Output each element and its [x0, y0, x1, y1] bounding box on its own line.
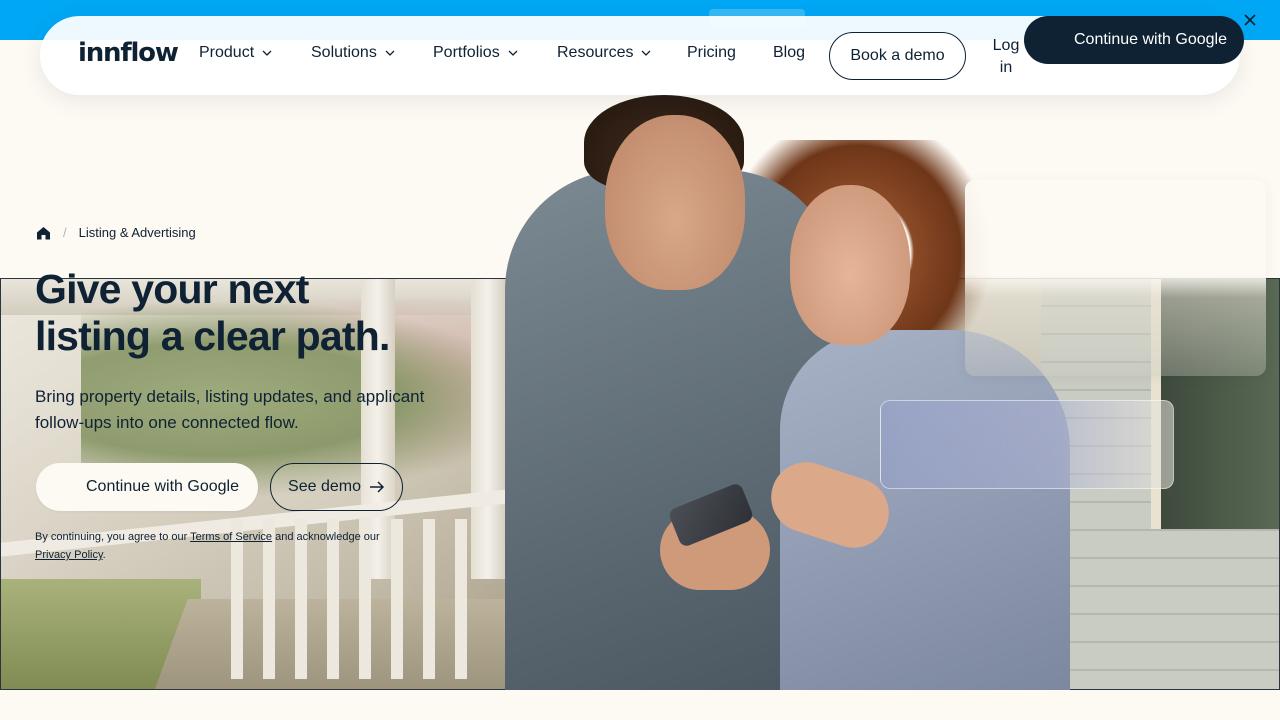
legal-notice: By continuing, you agree to our Terms of… — [35, 528, 415, 564]
nav-product[interactable]: Product — [199, 44, 272, 62]
breadcrumb-current: Listing & Advertising — [78, 225, 196, 240]
nav-pricing[interactable]: Pricing — [687, 44, 736, 62]
chevron-down-icon — [642, 50, 651, 56]
logo[interactable]: innflow — [78, 38, 179, 68]
legal-text: By continuing, you agree to our — [35, 531, 191, 543]
continue-with-google-button[interactable]: Continue with Google — [36, 463, 258, 511]
floating-card — [965, 180, 1266, 376]
breadcrumb: / Listing & Advertising — [36, 225, 196, 240]
nav-label: Blog — [773, 44, 806, 61]
baluster — [423, 519, 435, 679]
privacy-policy-link[interactable]: Privacy Policy — [35, 549, 103, 561]
nav-label: Portfolios — [433, 44, 500, 61]
continue-with-google-header-button[interactable]: Continue with Google — [1024, 16, 1244, 64]
nav-portfolios[interactable]: Portfolios — [433, 44, 518, 62]
porch-column — [471, 279, 505, 579]
nav-label: Resources — [557, 44, 634, 61]
terms-of-service-link[interactable]: Terms of Service — [190, 531, 272, 543]
nav-resources[interactable]: Resources — [557, 44, 651, 62]
hero-subtext: Bring property details, listing updates,… — [35, 387, 425, 432]
legal-text: . — [102, 549, 106, 561]
close-icon — [1244, 14, 1256, 26]
nav-blog[interactable]: Blog — [773, 44, 805, 62]
home-icon[interactable] — [36, 226, 51, 240]
breadcrumb-separator: / — [63, 225, 67, 240]
headline-line: Give your next — [35, 266, 309, 312]
floating-card — [880, 400, 1174, 489]
hero-headline: Give your next listing a clear path. — [35, 266, 455, 360]
book-demo-button[interactable]: Book a demo — [829, 32, 966, 80]
baluster — [455, 519, 467, 679]
nav-label: Solutions — [311, 44, 377, 61]
see-demo-button[interactable]: See demo — [270, 463, 403, 511]
nav-label: Pricing — [687, 44, 736, 61]
login-link[interactable]: Log in — [986, 35, 1026, 79]
chevron-down-icon — [262, 50, 272, 56]
see-demo-label: See demo — [288, 478, 361, 495]
chevron-down-icon — [508, 50, 518, 56]
chevron-down-icon — [385, 50, 395, 56]
arrow-right-icon — [369, 481, 385, 493]
legal-text: and acknowledge our — [272, 531, 380, 543]
man-face — [605, 115, 745, 290]
woman-face — [790, 185, 910, 345]
close-announcement-button[interactable] — [1240, 10, 1260, 30]
nav-solutions[interactable]: Solutions — [311, 44, 395, 62]
headline-line: listing a clear path. — [35, 313, 390, 359]
nav-label: Product — [199, 44, 255, 61]
